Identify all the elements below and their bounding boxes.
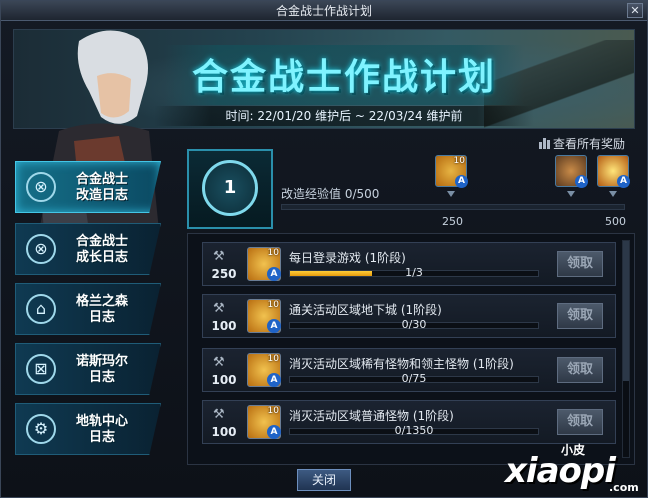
quest-name: 通关活动区域地下城 (1阶段) bbox=[289, 303, 442, 317]
coin-box-icon[interactable]: 10 A bbox=[247, 405, 281, 439]
view-all-label: 查看所有奖励 bbox=[553, 137, 626, 151]
milestone-marker bbox=[447, 191, 455, 197]
target-icon: ⊗ bbox=[26, 172, 56, 202]
banner-title: 合金战士作战计划 bbox=[191, 57, 496, 98]
nav-label: 格兰之森 日志 bbox=[75, 294, 128, 325]
site-watermark: 小皮 xiaopi .com bbox=[501, 441, 647, 497]
milestone-marker bbox=[567, 191, 575, 197]
wrench-icon: ⚒ bbox=[213, 355, 225, 370]
coin-box-icon[interactable]: 10 A bbox=[247, 353, 281, 387]
claim-button[interactable]: 领取 bbox=[557, 357, 603, 383]
close-icon[interactable]: ✕ bbox=[627, 3, 643, 18]
quest-row: ⚒ 250 10 A 每日登录游戏 (1阶段) 1/3 领取 bbox=[202, 242, 616, 286]
event-window: 合金战士作战计划 ✕ 合金战士作战计划 时间: 22/01/20 维护后 ~ 2… bbox=[0, 0, 648, 498]
nav-item-grand-forest-log[interactable]: ⌂ 格兰之森 日志 bbox=[15, 283, 161, 335]
potion-icon[interactable]: A bbox=[555, 155, 588, 188]
quest-points: 100 bbox=[211, 425, 237, 439]
nav-item-modify-log[interactable]: ⊗ 合金战士 改造日志 bbox=[15, 161, 161, 213]
gear-icon: ⚙ bbox=[26, 414, 56, 444]
milestone-marker bbox=[609, 191, 617, 197]
quest-progress-text: 1/3 bbox=[405, 266, 423, 279]
quest-list: ⚒ 250 10 A 每日登录游戏 (1阶段) 1/3 领取 ⚒ 100 10 A … bbox=[187, 233, 635, 465]
door-icon: ⊠ bbox=[26, 354, 56, 384]
quest-points: 100 bbox=[211, 319, 237, 333]
quest-name: 每日登录游戏 (1阶段) bbox=[289, 251, 406, 265]
scroll-thumb[interactable] bbox=[623, 241, 629, 381]
coin-box-icon[interactable]: 10 A bbox=[247, 247, 281, 281]
nav-label: 合金战士 改造日志 bbox=[75, 172, 128, 203]
experience-tick: 250 bbox=[442, 215, 463, 228]
quest-progress-text: 0/75 bbox=[401, 372, 427, 385]
stage-number: 1 bbox=[223, 177, 237, 198]
quest-name: 消灭活动区域普通怪物 (1阶段) bbox=[289, 409, 454, 423]
experience-tick: 500 bbox=[605, 215, 626, 228]
experience-label: 改造经验值 0/500 bbox=[281, 187, 380, 201]
view-all-rewards-link[interactable]: 查看所有奖励 bbox=[539, 135, 625, 152]
quest-progress-text: 0/1350 bbox=[394, 424, 434, 437]
quest-row: ⚒ 100 10 A 消灭活动区域稀有怪物和领主怪物 (1阶段) 0/75 领取 bbox=[202, 348, 616, 392]
claim-button[interactable]: 领取 bbox=[557, 409, 603, 435]
stage-badge: 1 bbox=[187, 149, 273, 229]
claim-button[interactable]: 领取 bbox=[557, 251, 603, 277]
quest-scrollbar[interactable] bbox=[622, 240, 630, 458]
nav-item-rail-center-log[interactable]: ⚙ 地轨中心 日志 bbox=[15, 403, 161, 455]
quest-name: 消灭活动区域稀有怪物和领主怪物 (1阶段) bbox=[289, 357, 514, 371]
nav-label: 诺斯玛尔 日志 bbox=[75, 354, 128, 385]
nav-item-growth-log[interactable]: ⊗ 合金战士 成长日志 bbox=[15, 223, 161, 275]
coin-box-icon[interactable]: 10 A bbox=[247, 299, 281, 333]
window-title: 合金战士作战计划 bbox=[275, 4, 372, 18]
claim-button[interactable]: 领取 bbox=[557, 303, 603, 329]
bars-icon bbox=[539, 138, 550, 149]
nav-label: 地轨中心 日志 bbox=[75, 414, 128, 445]
quest-row: ⚒ 100 10 A 通关活动区域地下城 (1阶段) 0/30 领取 bbox=[202, 294, 616, 338]
nav-label: 合金战士 成长日志 bbox=[75, 234, 128, 265]
experience-bar bbox=[281, 204, 625, 210]
gate-icon: ⌂ bbox=[26, 294, 56, 324]
window-titlebar: 合金战士作战计划 ✕ bbox=[1, 1, 647, 21]
quest-points: 100 bbox=[211, 373, 237, 387]
coin-box-icon[interactable]: 10 A bbox=[435, 155, 468, 188]
nav-item-nosmar-log[interactable]: ⊠ 诺斯玛尔 日志 bbox=[15, 343, 161, 395]
wrench-icon: ⚒ bbox=[213, 301, 225, 316]
watermark-main: xiaopi bbox=[505, 451, 616, 491]
wrench-icon: ⚒ bbox=[213, 249, 225, 264]
quest-row: ⚒ 100 10 A 消灭活动区域普通怪物 (1阶段) 0/1350 领取 bbox=[202, 400, 616, 444]
stage-ring: 1 bbox=[202, 160, 258, 216]
watermark-domain: .com bbox=[609, 481, 639, 494]
spark-box-icon[interactable]: A bbox=[597, 155, 630, 188]
event-time: 时间: 22/01/20 维护后 ~ 22/03/24 维护前 bbox=[154, 106, 534, 126]
wrench-icon: ⚒ bbox=[213, 407, 225, 422]
quest-points: 250 bbox=[211, 267, 237, 281]
quest-progress-text: 0/30 bbox=[401, 318, 427, 331]
target-icon: ⊗ bbox=[26, 234, 56, 264]
close-button[interactable]: 关闭 bbox=[297, 469, 351, 491]
